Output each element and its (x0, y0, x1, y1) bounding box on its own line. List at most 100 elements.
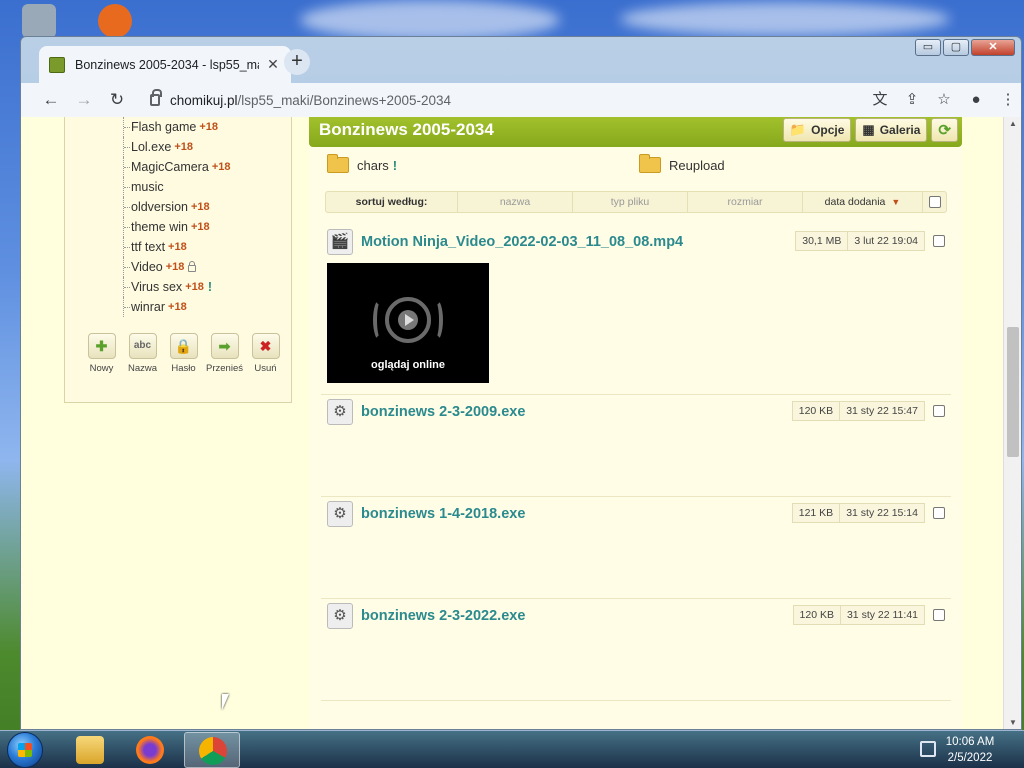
subfolder-label: chars (357, 157, 389, 173)
tree-item[interactable]: Virus sex +18! (123, 277, 230, 297)
folder-action-button[interactable]: ✖ Usuń (245, 333, 286, 374)
lock-icon[interactable] (150, 89, 162, 106)
tree-item[interactable]: Video +18 (123, 257, 230, 277)
bookmark-star-icon[interactable]: ☆ (931, 87, 957, 113)
tree-connector (124, 146, 130, 148)
refresh-button[interactable]: ⟳ (931, 118, 958, 142)
file-meta: 121 KB 31 sty 22 15:14 (791, 503, 945, 523)
file-date: 31 sty 22 15:47 (840, 401, 925, 421)
close-window-button[interactable]: ✕ (971, 39, 1015, 56)
recycle-bin-icon[interactable] (22, 4, 56, 38)
gallery-label: Galeria (879, 123, 921, 137)
sort-by-size[interactable]: rozmiar (688, 192, 803, 212)
network-icon[interactable] (920, 741, 936, 757)
tree-item-label: winrar (131, 300, 166, 314)
file-meta: 120 KB 31 sty 22 15:47 (791, 401, 945, 421)
desktop-cloud (300, 0, 560, 40)
gallery-button[interactable]: ▦ Galeria (855, 118, 928, 142)
clock-date: 2/5/2022 (947, 752, 993, 764)
file-meta: 120 KB 31 sty 22 11:41 (792, 605, 945, 625)
folder-action-button[interactable]: ➡ Przenieś (204, 333, 245, 374)
tab-title: Bonzinews 2005-2034 - lsp55_maki (75, 57, 259, 72)
folder-title: Bonzinews 2005-2034 (319, 120, 494, 139)
firefox-desktop-icon[interactable] (98, 4, 132, 38)
tree-item[interactable]: winrar +18 (123, 297, 230, 317)
video-thumbnail[interactable]: oglądaj online (327, 263, 489, 383)
page-scrollbar[interactable]: ▲ ▼ (1003, 117, 1021, 729)
share-icon[interactable]: ⇪ (899, 87, 925, 113)
folder-tree-panel: Flash game +18 Lol.exe +18 MagicCamera +18 mus… (64, 117, 292, 403)
tree-connector (124, 126, 130, 128)
subfolder-reupload[interactable]: Reupload (639, 154, 725, 173)
select-all-checkbox[interactable] (929, 196, 941, 208)
scroll-thumb[interactable] (1007, 327, 1019, 457)
translate-icon[interactable]: 文 (867, 87, 893, 113)
folder-action-label: Nazwa (127, 363, 158, 374)
grid-icon: ▦ (862, 122, 875, 137)
folder-tree: Flash game +18 Lol.exe +18 MagicCamera +18 mus… (123, 117, 230, 317)
sort-by-type[interactable]: typ pliku (573, 192, 688, 212)
tree-item-label: Virus sex (131, 280, 183, 294)
tree-connector (124, 286, 130, 288)
tab-close-icon[interactable]: ✕ (265, 56, 281, 73)
browser-window: Bonzinews 2005-2034 - lsp55_maki ✕ + ▭ ▢… (20, 36, 1022, 730)
profile-icon[interactable]: ● (963, 87, 989, 113)
tree-item[interactable]: Flash game +18 (123, 117, 230, 137)
file-checkbox[interactable] (933, 609, 945, 621)
folder-action-button[interactable]: ✚ Nowy (81, 333, 122, 374)
taskbar-explorer[interactable] (62, 732, 118, 768)
forward-button[interactable]: → (72, 88, 96, 112)
folder-action-icon: abc (128, 333, 157, 359)
folder-action-icon: ✖ (251, 333, 280, 359)
back-button[interactable]: ← (39, 88, 63, 112)
subfolder-label: Reupload (669, 157, 725, 173)
maximize-button[interactable]: ▢ (943, 39, 969, 56)
system-clock[interactable]: 10:06 AM 2/5/2022 (942, 734, 998, 766)
sort-by-name[interactable]: nazwa (458, 192, 573, 212)
adult-badge: +18 (199, 121, 218, 133)
file-checkbox[interactable] (933, 507, 945, 519)
folder-gear-icon: 📁 (789, 122, 807, 137)
tree-item[interactable]: music (123, 177, 230, 197)
reload-button[interactable]: ↻ (105, 88, 129, 112)
subfolder-list: chars ! Reupload (327, 154, 947, 181)
file-row: 🎬 Motion Ninja_Video_2022-02-03_11_08_08.… (321, 225, 951, 259)
file-checkbox[interactable] (933, 235, 945, 247)
firefox-icon (136, 736, 164, 764)
tab-active[interactable]: Bonzinews 2005-2034 - lsp55_maki ✕ (39, 46, 291, 83)
file-list: 🎬 Motion Ninja_Video_2022-02-03_11_08_08.… (321, 225, 951, 701)
video-file-icon: 🎬 (327, 229, 353, 255)
window-controls: ▭ ▢ ✕ (913, 39, 1015, 56)
folder-action-button[interactable]: 🔒 Hasło (163, 333, 204, 374)
tree-item[interactable]: theme win +18 (123, 217, 230, 237)
alert-icon: ! (392, 157, 398, 173)
subfolder-chars[interactable]: chars ! (327, 154, 398, 173)
tree-item[interactable]: MagicCamera +18 (123, 157, 230, 177)
adult-badge: +18 (168, 241, 187, 253)
file-item: ⚙ bonzinews 2-3-2022.exe 120 KB 31 sty 22 1… (321, 599, 951, 701)
file-row: ⚙ bonzinews 2-3-2009.exe 120 KB 31 sty 22 1… (321, 395, 951, 429)
taskbar-chrome[interactable] (184, 732, 240, 768)
start-button[interactable] (7, 732, 43, 768)
taskbar-firefox[interactable] (122, 732, 178, 768)
file-date: 31 sty 22 15:14 (840, 503, 925, 523)
tree-item[interactable]: Lol.exe +18 (123, 137, 230, 157)
lock-icon (188, 260, 197, 272)
adult-badge: +18 (185, 281, 204, 293)
sort-by-date[interactable]: data dodania ▼ (803, 192, 923, 212)
clock-time: 10:06 AM (945, 736, 995, 748)
new-tab-button[interactable]: + (284, 49, 310, 75)
address-bar[interactable]: chomikuj.pl/lsp55_maki/Bonzinews+2005-20… (170, 93, 861, 108)
minimize-button[interactable]: ▭ (915, 39, 941, 56)
scroll-down-icon[interactable]: ▼ (1004, 718, 1021, 727)
tree-item[interactable]: ttf text +18 (123, 237, 230, 257)
menu-kebab-icon[interactable]: ⋮ (995, 87, 1021, 113)
scroll-up-icon[interactable]: ▲ (1004, 119, 1021, 128)
tree-item-label: Lol.exe (131, 140, 172, 154)
file-checkbox[interactable] (933, 405, 945, 417)
tree-item[interactable]: oldversion +18 (123, 197, 230, 217)
file-date: 31 sty 22 11:41 (840, 605, 925, 625)
options-button[interactable]: 📁 Opcje (782, 118, 852, 142)
folder-header: Bonzinews 2005-2034 📁 Opcje ▦ Galeria ⟳ (309, 117, 962, 147)
folder-action-button[interactable]: abc Nazwa (122, 333, 163, 374)
